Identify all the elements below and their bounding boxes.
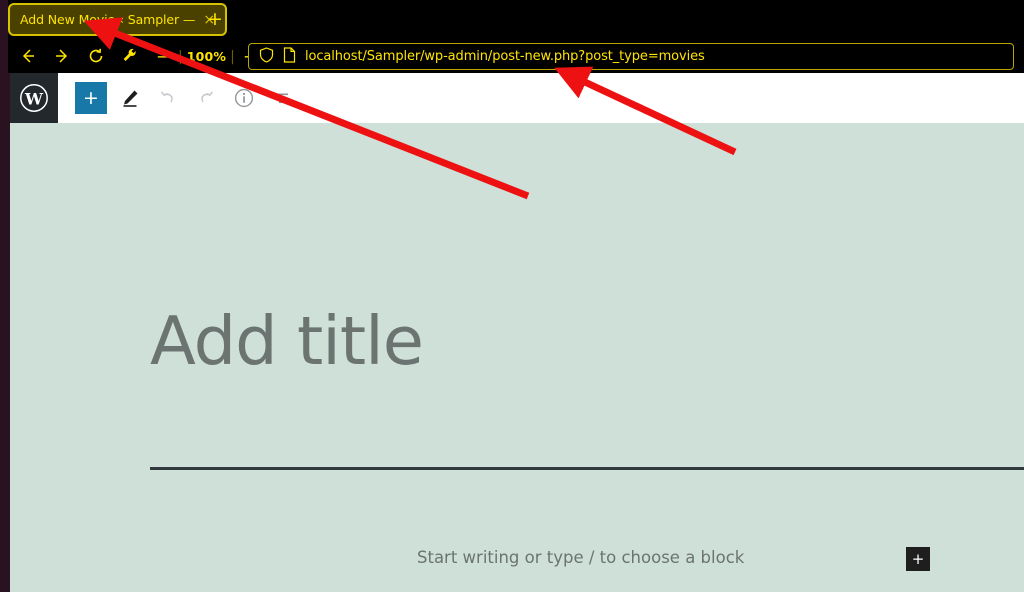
- browser-window: Add New Movie ‹ Sampler — × + − | 100% |…: [0, 0, 1024, 592]
- post-body-input[interactable]: Start writing or type / to choose a bloc…: [417, 548, 744, 567]
- wrench-icon[interactable]: [116, 43, 144, 71]
- canvas-left-edge: [0, 123, 10, 592]
- editor-toolbar: +: [75, 73, 297, 123]
- svg-text:W: W: [24, 90, 44, 109]
- zoom-separator-left: |: [178, 48, 183, 65]
- add-block-button[interactable]: +: [75, 82, 107, 114]
- url-text[interactable]: localhost/Sampler/wp-admin/post-new.php?…: [305, 49, 705, 64]
- page-icon[interactable]: [283, 46, 296, 67]
- tab-title: Add New Movie ‹ Sampler —: [20, 12, 196, 27]
- post-title-input[interactable]: Add title: [150, 304, 424, 379]
- wordpress-logo-icon[interactable]: W: [10, 73, 58, 123]
- zoom-controls: − | 100% | +: [152, 47, 261, 66]
- list-view-icon[interactable]: [267, 82, 297, 114]
- browser-tab[interactable]: Add New Movie ‹ Sampler — ×: [8, 3, 228, 36]
- block-inserter-button[interactable]: +: [906, 547, 930, 571]
- back-icon[interactable]: [14, 43, 42, 71]
- browser-chrome: Add New Movie ‹ Sampler — × + − | 100% |…: [0, 0, 1024, 73]
- forward-icon[interactable]: [48, 43, 76, 71]
- pencil-icon[interactable]: [115, 82, 145, 114]
- info-icon[interactable]: [229, 82, 259, 114]
- redo-icon[interactable]: [191, 82, 221, 114]
- shield-icon[interactable]: [259, 46, 274, 67]
- title-divider: [150, 467, 1024, 470]
- zoom-separator-right: |: [230, 48, 235, 65]
- new-tab-button[interactable]: +: [203, 8, 227, 32]
- tab-strip: Add New Movie ‹ Sampler — × +: [0, 0, 1024, 40]
- reload-icon[interactable]: [82, 43, 110, 71]
- editor-header-left-edge: [0, 73, 10, 123]
- undo-icon[interactable]: [153, 82, 183, 114]
- editor-canvas[interactable]: Add title Start writing or type / to cho…: [0, 123, 1024, 592]
- zoom-out-button[interactable]: −: [152, 47, 174, 66]
- zoom-level-label[interactable]: 100%: [187, 49, 226, 64]
- address-bar[interactable]: localhost/Sampler/wp-admin/post-new.php?…: [248, 43, 1014, 70]
